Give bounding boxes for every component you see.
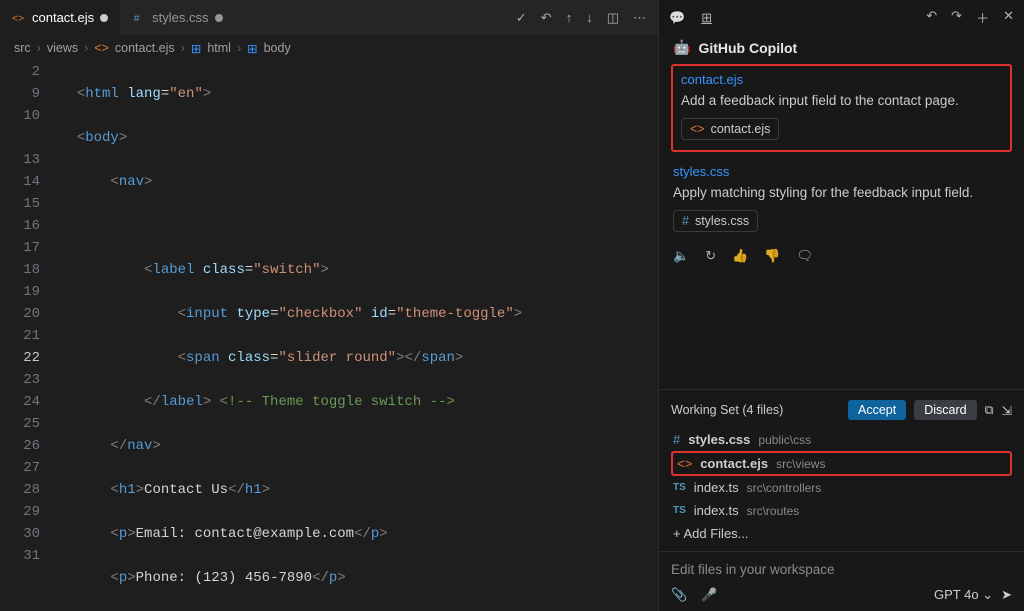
working-set: Working Set (4 files) Accept Discard ⧉ ⇲…: [659, 389, 1024, 551]
accept-button[interactable]: Accept: [848, 400, 906, 420]
microphone-icon[interactable]: 🎤: [701, 587, 717, 603]
chevron-right-icon: ›: [181, 41, 185, 55]
speaker-icon[interactable]: 🔈: [673, 248, 689, 264]
file-chip[interactable]: # styles.css: [673, 210, 758, 232]
working-set-file[interactable]: <> contact.ejs src\views: [671, 451, 1012, 476]
symbol-icon: ⊞: [247, 41, 257, 56]
arrow-down-icon[interactable]: ↓: [586, 10, 593, 26]
suggestion-file-link[interactable]: styles.css: [673, 164, 1010, 179]
copilot-toolbar: 💬 ⊞ ↶ ↷ ＋ ✕: [659, 0, 1024, 35]
ejs-file-icon: <>: [12, 11, 26, 25]
thumbs-up-icon[interactable]: 👍: [732, 248, 748, 264]
suggestion-block-contact: contact.ejs Add a feedback input field t…: [671, 64, 1012, 152]
copilot-logo-icon: 🤖: [673, 39, 690, 56]
editor-pane: <> contact.ejs # styles.css ✓ ↶ ↑ ↓ ◫ ⋯ …: [0, 0, 658, 611]
ts-file-icon: TS: [673, 505, 686, 516]
tab-styles-css[interactable]: # styles.css: [120, 0, 234, 35]
tab-contact-ejs[interactable]: <> contact.ejs: [0, 0, 120, 35]
chevron-right-icon: ›: [84, 41, 88, 55]
breadcrumb-part[interactable]: html: [207, 41, 231, 55]
model-selector[interactable]: GPT 4o ⌄: [934, 587, 993, 603]
svg-text:<>: <>: [12, 12, 24, 24]
copy-icon[interactable]: ⧉: [985, 403, 994, 418]
thumbs-down-icon[interactable]: 👎: [764, 248, 780, 264]
working-set-file[interactable]: TS index.ts src\controllers: [671, 476, 1012, 499]
plus-icon[interactable]: ＋: [976, 8, 989, 27]
chevron-right-icon: ›: [37, 41, 41, 55]
editor-tabs: <> contact.ejs # styles.css ✓ ↶ ↑ ↓ ◫ ⋯: [0, 0, 658, 35]
suggestion-block-styles: styles.css Apply matching styling for th…: [671, 162, 1012, 238]
redo-icon[interactable]: ↷: [951, 8, 962, 27]
breadcrumb-part[interactable]: views: [47, 41, 78, 55]
working-set-file[interactable]: # styles.css public\css: [671, 428, 1012, 451]
css-file-icon: #: [673, 432, 680, 447]
send-icon[interactable]: ➤: [1001, 587, 1012, 603]
working-set-file[interactable]: TS index.ts src\routes: [671, 499, 1012, 522]
suggestion-file-link[interactable]: contact.ejs: [681, 72, 1002, 87]
close-icon[interactable]: ✕: [1003, 8, 1014, 27]
undo-icon[interactable]: ↶: [541, 10, 552, 26]
retry-icon[interactable]: ↻: [705, 248, 716, 264]
tab-label: contact.ejs: [32, 10, 94, 25]
breadcrumb[interactable]: src › views › <> contact.ejs › ⊞ html › …: [0, 35, 658, 61]
ejs-file-icon: <>: [690, 122, 705, 136]
copilot-body: contact.ejs Add a feedback input field t…: [659, 64, 1024, 389]
undo-icon[interactable]: ↶: [926, 8, 937, 27]
tab-label: styles.css: [152, 10, 208, 25]
ejs-file-icon: <>: [94, 41, 109, 55]
arrow-up-icon[interactable]: ↑: [566, 10, 573, 26]
breadcrumb-part[interactable]: src: [14, 41, 31, 55]
chat-input[interactable]: Edit files in your workspace: [671, 562, 1012, 577]
file-chip[interactable]: <> contact.ejs: [681, 118, 779, 140]
suggestion-description: Apply matching styling for the feedback …: [673, 185, 1010, 200]
breadcrumb-part[interactable]: body: [264, 41, 291, 55]
discard-button[interactable]: Discard: [914, 400, 976, 420]
working-set-header: Working Set (4 files) Accept Discard ⧉ ⇲: [671, 400, 1012, 420]
copilot-panel: 💬 ⊞ ↶ ↷ ＋ ✕ 🤖 GitHub Copilot contact.ejs…: [658, 0, 1024, 611]
chat-icon[interactable]: 💬: [669, 10, 685, 26]
chevron-down-icon: ⌄: [982, 587, 993, 602]
response-feedback-bar: 🔈 ↻ 👍 👎 🗨: [671, 238, 1012, 268]
split-editor-icon[interactable]: ◫: [607, 10, 619, 26]
suggestion-description: Add a feedback input field to the contac…: [681, 93, 1002, 108]
code-editor[interactable]: 2910131415161718192021222324252627282930…: [0, 61, 658, 611]
more-icon[interactable]: ⋯: [633, 10, 646, 26]
code-content[interactable]: <html lang="en"> <body> <nav> <label cla…: [56, 61, 658, 611]
chat-input-area: Edit files in your workspace 📎 🎤 GPT 4o …: [659, 551, 1024, 611]
css-file-icon: #: [132, 11, 146, 25]
new-chat-icon[interactable]: ⊞: [701, 10, 712, 26]
ts-file-icon: TS: [673, 482, 686, 493]
add-files-button[interactable]: + Add Files...: [671, 522, 1012, 545]
svg-text:#: #: [134, 12, 140, 24]
chevron-right-icon: ›: [237, 41, 241, 55]
export-icon[interactable]: ⇲: [1002, 403, 1012, 418]
dirty-indicator-icon: [100, 14, 108, 22]
editor-toolbar: ✓ ↶ ↑ ↓ ◫ ⋯: [504, 10, 658, 26]
copilot-title: 🤖 GitHub Copilot: [659, 35, 1024, 64]
line-number-gutter: 2910131415161718192021222324252627282930…: [0, 61, 56, 611]
ejs-file-icon: <>: [677, 456, 692, 471]
comment-icon[interactable]: 🗨: [796, 248, 813, 264]
dirty-indicator-icon: [215, 14, 223, 22]
breadcrumb-part[interactable]: contact.ejs: [115, 41, 175, 55]
attach-icon[interactable]: 📎: [671, 587, 687, 603]
symbol-icon: ⊞: [191, 41, 201, 56]
accept-icon[interactable]: ✓: [516, 10, 527, 26]
css-file-icon: #: [682, 214, 689, 228]
